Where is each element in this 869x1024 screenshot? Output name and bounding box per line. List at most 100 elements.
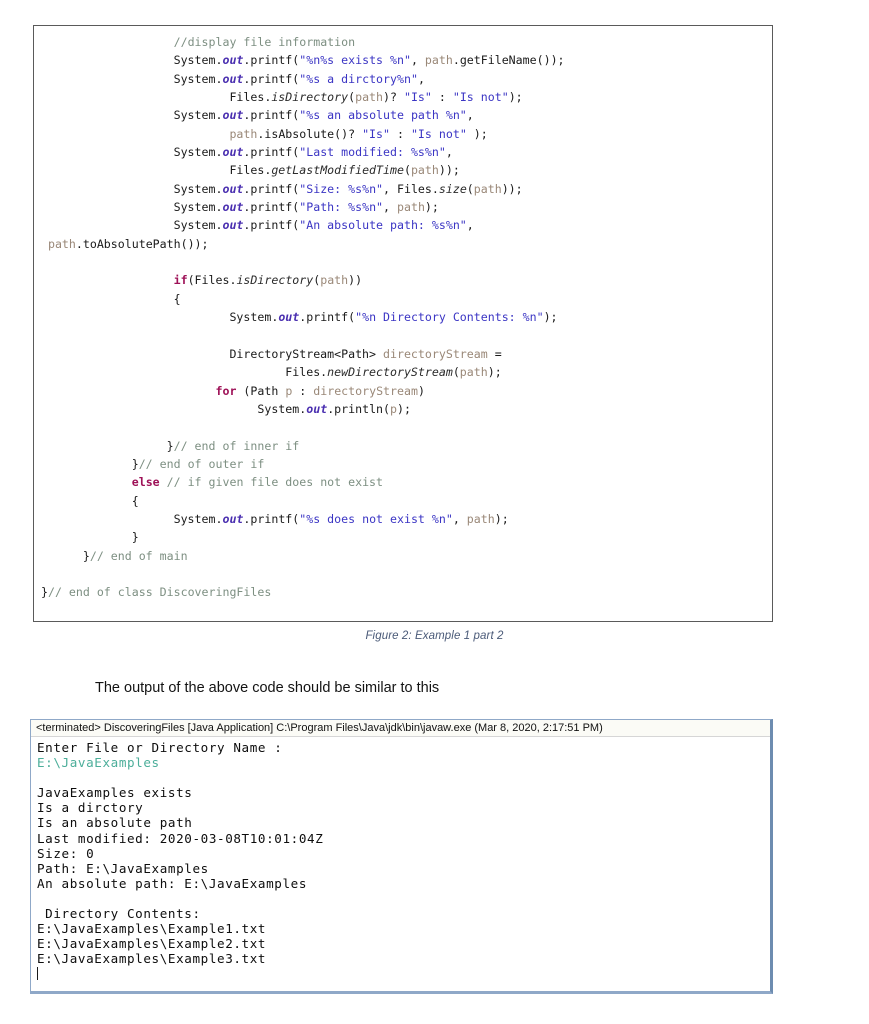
code-line: }// end of main [34,547,772,565]
console-output-line: Size: 0 [37,845,95,861]
code-line: }// end of class DiscoveringFiles [34,583,772,601]
code-token: )? [383,90,404,105]
console-output-area[interactable]: Enter File or Directory Name : E:\JavaExa… [31,737,770,989]
console-input-line: E:\JavaExamples [37,755,160,771]
code-token: out [222,53,244,68]
code-token: // end of main [89,548,188,563]
code-token: directoryStream [313,383,418,398]
code-token: { [34,493,139,508]
code-line: System.out.printf("%s does not exist %n"… [34,510,772,528]
code-token: , [445,145,453,160]
code-token: .printf( [243,181,300,196]
code-line: for (Path p : directoryStream) [34,382,772,400]
code-token: path [320,273,349,288]
figure-caption: Figure 2: Example 1 part 2 [365,630,504,642]
code-token: .printf( [243,218,300,233]
console-output-line: Enter File or Directory Name : [37,740,283,755]
code-token: .printf( [243,53,300,68]
code-token: "Last modified: %s%n" [299,145,446,160]
body-paragraph: The output of the above code should be s… [95,680,440,696]
code-token: "An absolute path: %s%n" [299,218,467,233]
code-token: , [383,200,397,215]
console-output-line: Last modified: 2020-03-08T10:01:04Z [37,830,324,846]
code-token: System. [34,53,223,68]
code-token: out [222,71,244,86]
code-token: path [47,236,76,251]
code-line: { [34,290,772,308]
code-token: "Path: %s%n" [299,200,384,215]
code-line: System.out.printf("Last modified: %s%n", [34,143,772,161]
console-output-line: An absolute path: E:\JavaExamples [37,875,308,891]
code-token: //display file information [173,35,356,49]
code-token: .printf( [243,108,300,123]
console-output-line: Directory Contents: [37,906,201,922]
code-token: out [222,200,244,215]
code-token: System. [34,401,307,416]
code-token: (Path [236,383,286,398]
code-token: Files. [34,365,328,380]
code-token: { [34,291,181,306]
code-token: ); [494,511,509,526]
code-line: Files.isDirectory(path)? "Is" : "Is not"… [34,88,772,106]
console-output-line: Is a dirctory [37,800,144,816]
java-code-listing: //display file information System.out.pr… [34,26,772,602]
code-token: ); [466,126,488,141]
console-output-line: E:\JavaExamples\Example2.txt [37,936,267,952]
code-token: , [466,218,474,233]
code-line: System.out.printf("%n%s exists %n", path… [34,51,772,69]
code-token: path [410,163,439,178]
code-token: out [222,145,244,160]
code-token: .printf( [243,71,300,86]
code-token: : [431,90,453,105]
code-line: Files.newDirectoryStream(path); [34,363,772,381]
code-token: out [306,401,328,416]
code-token: : [292,383,314,398]
code-line: else // if given file does not exist [34,473,772,491]
code-token: ); [487,365,502,380]
code-token: .printf( [243,145,300,160]
code-token: .println( [327,401,391,416]
code-token: path [459,365,488,380]
code-token: System. [34,511,223,526]
console-output-line: Is an absolute path [37,815,193,831]
code-token: "Is not" [410,126,467,141]
code-token: out [222,218,244,233]
code-line: path.toAbsolutePath()); [34,235,772,253]
code-token: "%n Directory Contents: %n" [355,310,544,325]
code-line: }// end of inner if [34,437,772,455]
code-token: path [424,53,453,68]
code-token: System. [34,218,223,233]
code-token: "%n%s exists %n" [299,53,411,68]
code-token: System. [34,145,223,160]
code-token: , [410,53,425,68]
code-line: { [34,492,772,510]
code-line: DirectoryStream<Path> directoryStream = [34,345,772,363]
code-token: path [473,181,502,196]
code-token: getLastModifiedTime [271,163,404,178]
console-output-line [37,891,770,906]
code-line: Files.getLastModifiedTime(path)); [34,161,772,179]
code-token: ); [424,200,439,215]
eclipse-console-window[interactable]: <terminated> DiscoveringFiles [Java Appl… [30,719,773,994]
code-token: path [229,126,258,141]
code-token: } [34,548,90,563]
console-output-line: Path: E:\JavaExamples [37,860,209,876]
code-token: else [131,475,160,490]
code-token: p [390,401,397,416]
code-token: "Is" [403,90,432,105]
console-titlebar-label: <terminated> DiscoveringFiles [Java Appl… [31,720,770,737]
code-token: out [222,108,244,123]
code-token: DirectoryStream<Path> [34,346,384,361]
code-token: } [34,456,139,471]
code-token: .printf( [243,511,300,526]
console-output-text: Enter File or Directory Name : E:\JavaExa… [37,740,770,982]
code-token: size [438,181,467,196]
code-line: System.out.printf("%s a dirctory%n", [34,70,772,88]
code-token: directoryStream [383,346,488,361]
code-token: // end of class DiscoveringFiles [47,585,272,600]
code-token: } [34,530,139,545]
